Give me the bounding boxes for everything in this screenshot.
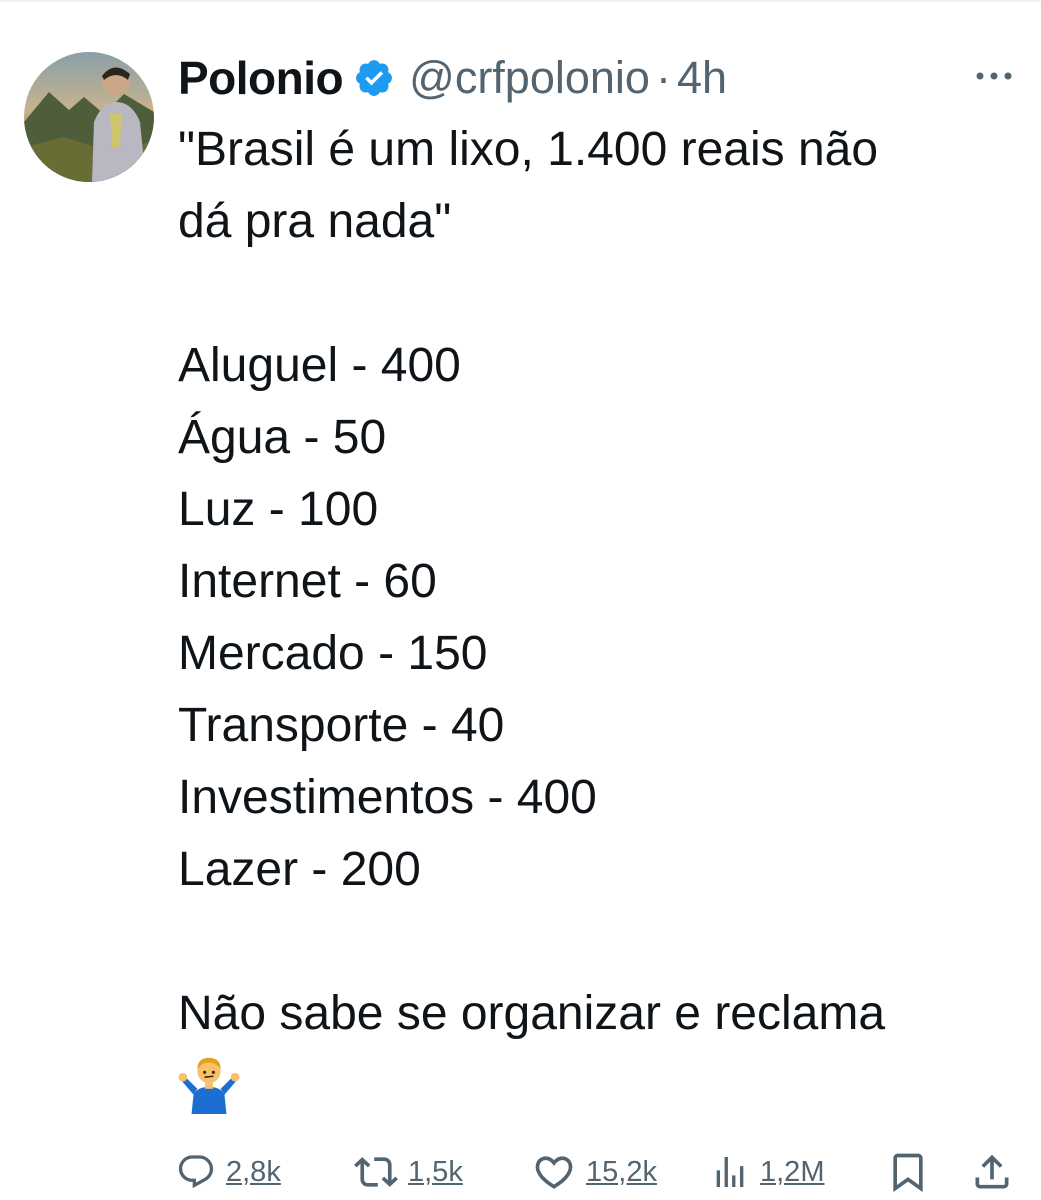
verified-badge-icon[interactable]	[353, 57, 395, 99]
text-line: Não sabe se organizar e reclama	[178, 987, 886, 1040]
share-button[interactable]	[970, 1144, 1014, 1200]
separator-dot: ·	[655, 52, 671, 103]
bookmark-icon	[893, 1153, 923, 1193]
text-line: Água - 50	[178, 411, 387, 464]
text-line: "Brasil é um lixo, 1.400 reais não	[178, 123, 879, 176]
text-line: Aluguel - 400	[178, 339, 461, 392]
retweet-count: 1,5k	[408, 1155, 463, 1188]
like-count: 15,2k	[586, 1155, 657, 1188]
avatar[interactable]	[24, 52, 154, 182]
tweet-header: Polonio @crfpolonio · 4h	[178, 48, 727, 108]
retweet-button[interactable]: 1,5k	[354, 1144, 463, 1200]
views-chart-icon	[716, 1157, 744, 1187]
like-button[interactable]: 15,2k	[532, 1144, 657, 1200]
tweet-timestamp[interactable]: 4h	[677, 52, 727, 104]
views-count: 1,2M	[760, 1155, 825, 1188]
top-divider	[0, 0, 1041, 2]
retweet-icon	[354, 1157, 398, 1187]
text-line: Mercado - 150	[178, 627, 488, 680]
text-line: Lazer - 200	[178, 843, 421, 896]
tweet-action-bar: 2,8k 1,5k 15,2k 1,2M	[176, 1144, 1016, 1200]
reply-count: 2,8k	[226, 1155, 281, 1188]
share-icon	[975, 1154, 1009, 1189]
text-line: dá pra nada"	[178, 195, 452, 248]
text-line: Internet - 60	[178, 555, 437, 608]
text-line: Transporte - 40	[178, 699, 505, 752]
reply-button[interactable]: 2,8k	[176, 1144, 281, 1200]
reply-icon	[178, 1155, 214, 1189]
text-line: Investimentos - 400	[178, 771, 597, 824]
text-line: Luz - 100	[178, 483, 379, 536]
author-handle[interactable]: @crfpolonio	[409, 52, 650, 104]
more-options-icon[interactable]	[970, 58, 1018, 94]
bookmark-button[interactable]	[886, 1144, 930, 1200]
author-display-name[interactable]: Polonio	[178, 51, 344, 105]
tweet-text: "Brasil é um lixo, 1.400 reais não dá pr…	[178, 114, 1018, 1114]
heart-icon	[535, 1156, 573, 1189]
man-shrugging-icon	[178, 1052, 240, 1114]
views-button[interactable]: 1,2M	[710, 1144, 824, 1200]
